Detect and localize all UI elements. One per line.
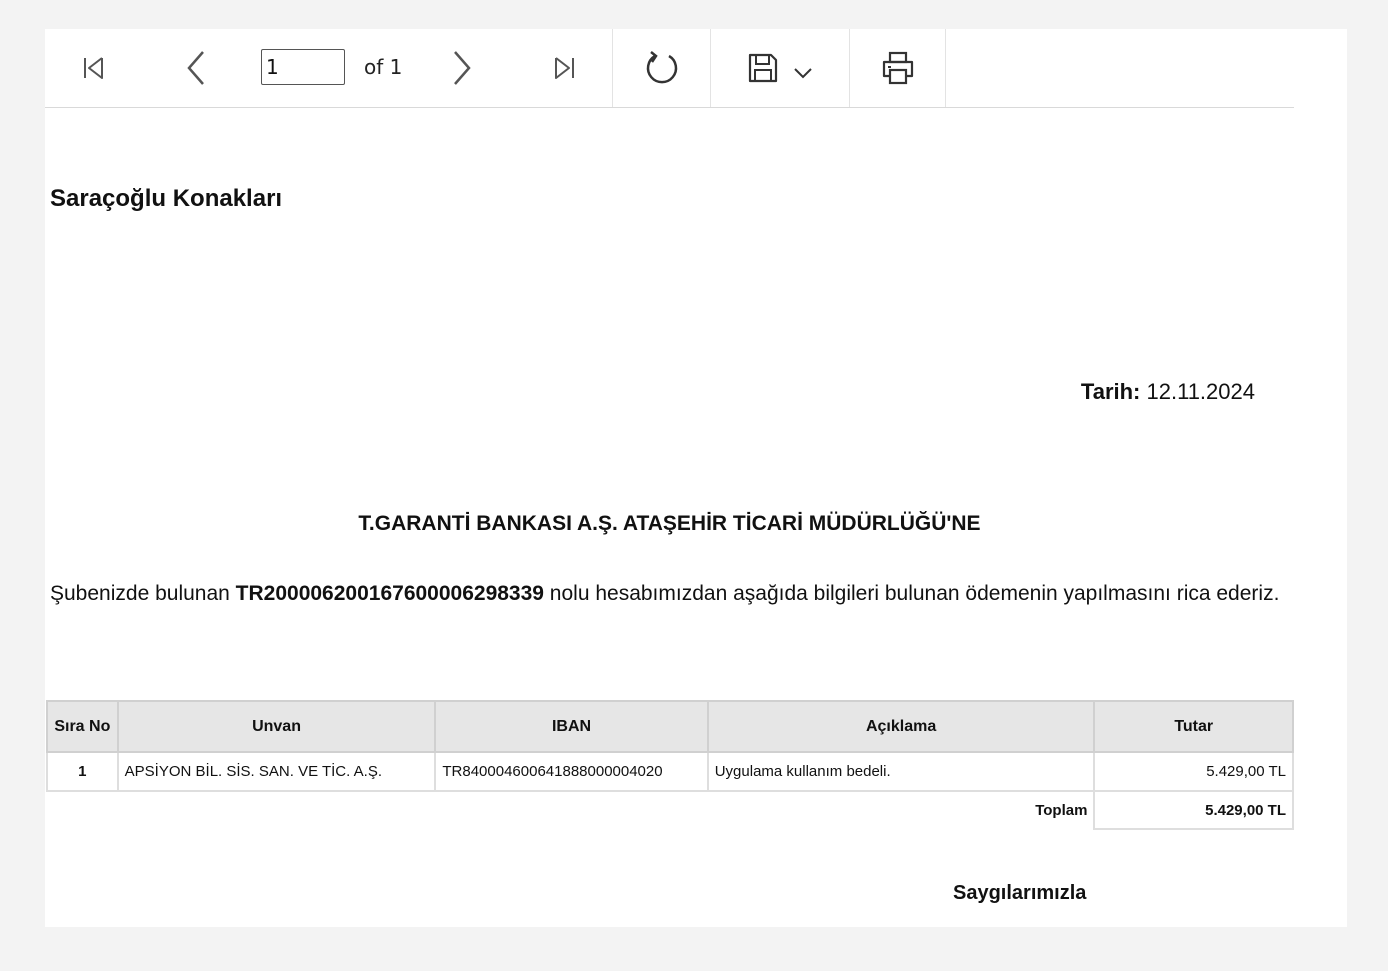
recipient-heading: T.GARANTİ BANKASI A.Ş. ATAŞEHİR TİCARİ M…: [358, 512, 981, 535]
body-prefix: Şubenizde bulunan: [50, 582, 236, 605]
toolbar-separator: [945, 29, 946, 107]
first-page-icon: [84, 57, 103, 79]
refresh-icon: [646, 51, 677, 84]
cell-iban: TR840004600641888000004020: [434, 751, 709, 792]
closing-text: Saygılarımızla: [953, 882, 1087, 904]
cell-unvan: APSİYON BİL. SİS. SAN. VE TİC. A.Ş.: [116, 751, 437, 792]
date-value: 12.11.2024: [1146, 379, 1255, 404]
header-iban: IBAN: [434, 700, 709, 753]
previous-page-icon: [187, 51, 204, 85]
save-icon: [748, 53, 778, 83]
total-value: 5.429,00 TL: [1093, 791, 1294, 830]
next-page-icon: [454, 51, 471, 85]
header-no: Sıra No: [46, 700, 119, 753]
first-page-button[interactable]: [75, 29, 111, 107]
cell-tutar: 5.429,00 TL: [1093, 751, 1294, 792]
table-row: 1 APSİYON BİL. SİS. SAN. VE TİC. A.Ş. TR…: [46, 751, 1294, 792]
report-viewer: of 1: [45, 29, 1347, 927]
report-toolbar: of 1: [45, 29, 1294, 108]
page-number-input[interactable]: [261, 49, 345, 85]
chevron-down-icon[interactable]: [792, 62, 814, 84]
request-paragraph: Şubenizde bulunan TR20000620016760000629…: [50, 578, 1300, 609]
last-page-icon: [555, 57, 574, 79]
cell-no: 1: [46, 751, 119, 792]
next-page-button[interactable]: [443, 29, 479, 107]
cell-aciklama: Uygulama kullanım bedeli.: [706, 751, 1096, 792]
refresh-button[interactable]: [613, 29, 710, 107]
body-suffix: nolu hesabımızdan aşağıda bilgileri bulu…: [543, 582, 1280, 605]
company-name: Saraçoğlu Konakları: [50, 185, 283, 212]
last-page-button[interactable]: [547, 29, 583, 107]
payments-table: Sıra No Unvan IBAN Açıklama Tutar 1 APSİ…: [46, 700, 1294, 830]
header-tutar: Tutar: [1093, 700, 1294, 753]
total-row: Toplam 5.429,00 TL: [47, 791, 1294, 830]
table-header-row: Sıra No Unvan IBAN Açıklama Tutar: [46, 700, 1294, 753]
header-aciklama: Açıklama: [706, 700, 1096, 753]
date-label: Tarih:: [1080, 379, 1141, 404]
save-button[interactable]: [711, 29, 849, 107]
header-unvan: Unvan: [116, 700, 437, 753]
print-icon: [882, 51, 913, 85]
total-label: Toplam: [1035, 802, 1088, 819]
date-line: Tarih: 12.11.2024: [1081, 379, 1255, 405]
previous-page-button[interactable]: [179, 29, 215, 107]
print-button[interactable]: [850, 29, 945, 107]
account-number: TR200006200167600006298339: [235, 582, 544, 605]
page-count-label: of 1: [364, 55, 403, 79]
